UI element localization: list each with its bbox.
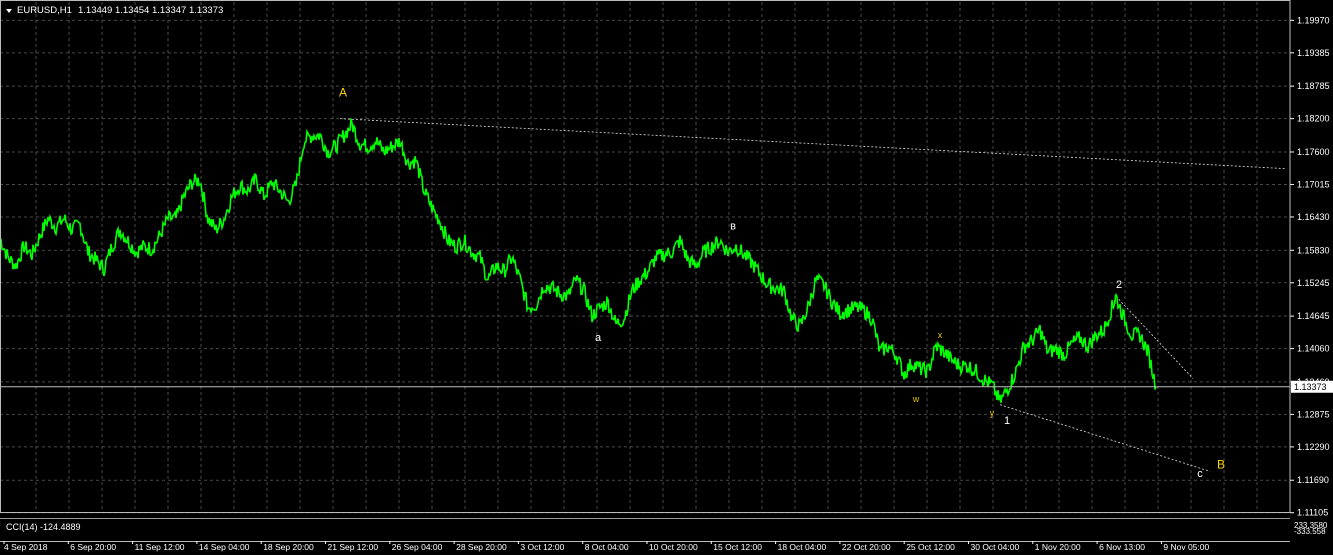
price-tick-label: 1.16430 <box>1297 212 1330 222</box>
time-label: 22 Oct 20:00 <box>842 542 891 552</box>
time-label: 18 Sep 20:00 <box>263 542 314 552</box>
price-tick-label: 1.17600 <box>1297 147 1330 157</box>
price-tick-label: 1.12875 <box>1297 409 1330 419</box>
time-label: 26 Sep 04:00 <box>392 542 443 552</box>
wave-label: 2 <box>1116 279 1122 291</box>
time-label: 14 Sep 04:00 <box>199 542 250 552</box>
price-tick-label: 1.15830 <box>1297 245 1330 255</box>
wave-label: B <box>1217 458 1225 472</box>
indicator-axis-bottom: -333.558 <box>1294 527 1326 536</box>
price-tick-label: 1.11105 <box>1297 508 1328 518</box>
time-label: 9 Nov 05:00 <box>1163 542 1209 552</box>
time-label: 18 Oct 04:00 <box>778 542 827 552</box>
chart-background <box>0 0 1333 555</box>
indicator-label: CCI(14) -124.4889 <box>6 522 81 532</box>
wave-label: в <box>730 221 736 233</box>
current-price-label: 1.13373 <box>1294 382 1327 392</box>
price-tick-label: 1.14645 <box>1297 311 1330 321</box>
time-label: 6 Nov 13:00 <box>1099 542 1145 552</box>
wave-label: x <box>938 330 943 340</box>
price-tick-label: 1.11690 <box>1297 475 1329 485</box>
time-label: 3 Oct 12:00 <box>520 542 564 552</box>
time-label: 15 Oct 12:00 <box>713 542 762 552</box>
wave-label: a <box>595 332 602 344</box>
price-tick-label: 1.15245 <box>1297 278 1330 288</box>
price-chart[interactable]: Aa в x w y1 2 Bc 1.19970 1.19385 1.18785 1.18200 1… <box>0 0 1333 555</box>
time-label: 11 Sep 12:00 <box>135 542 185 552</box>
time-label: 21 Sep 12:00 <box>328 542 379 552</box>
wave-label: w <box>912 394 920 404</box>
time-label: 25 Oct 12:00 <box>906 542 955 552</box>
price-tick-label: 1.14060 <box>1297 344 1330 354</box>
wave-label: 1 <box>1004 415 1010 427</box>
price-tick-label: 1.18200 <box>1297 114 1330 124</box>
time-label: 30 Oct 04:00 <box>971 542 1020 552</box>
time-label: 1 Nov 20:00 <box>1035 542 1081 552</box>
time-label: 28 Sep 20:00 <box>456 542 507 552</box>
time-label: 10 Oct 20:00 <box>649 542 698 552</box>
price-tick-label: 1.19970 <box>1297 15 1330 25</box>
symbol-label: EURUSD,H1 <box>17 5 72 16</box>
price-tick-label: 1.12290 <box>1297 442 1330 452</box>
wave-label: A <box>339 85 347 99</box>
wave-label: y <box>990 408 995 418</box>
chart-header[interactable]: EURUSD,H1 1.13449 1.13454 1.13347 1.1337… <box>6 5 223 16</box>
ohlc-label: 1.13449 1.13454 1.13347 1.13373 <box>78 5 223 16</box>
price-tick-label: 1.18785 <box>1297 81 1330 91</box>
time-label: 4 Sep 2018 <box>4 542 48 552</box>
wave-label: c <box>1197 468 1203 480</box>
price-tick-label: 1.19385 <box>1297 48 1330 58</box>
price-tick-label: 1.17015 <box>1297 179 1330 189</box>
time-label: 6 Sep 20:00 <box>70 542 116 552</box>
time-label: 8 Oct 04:00 <box>585 542 629 552</box>
